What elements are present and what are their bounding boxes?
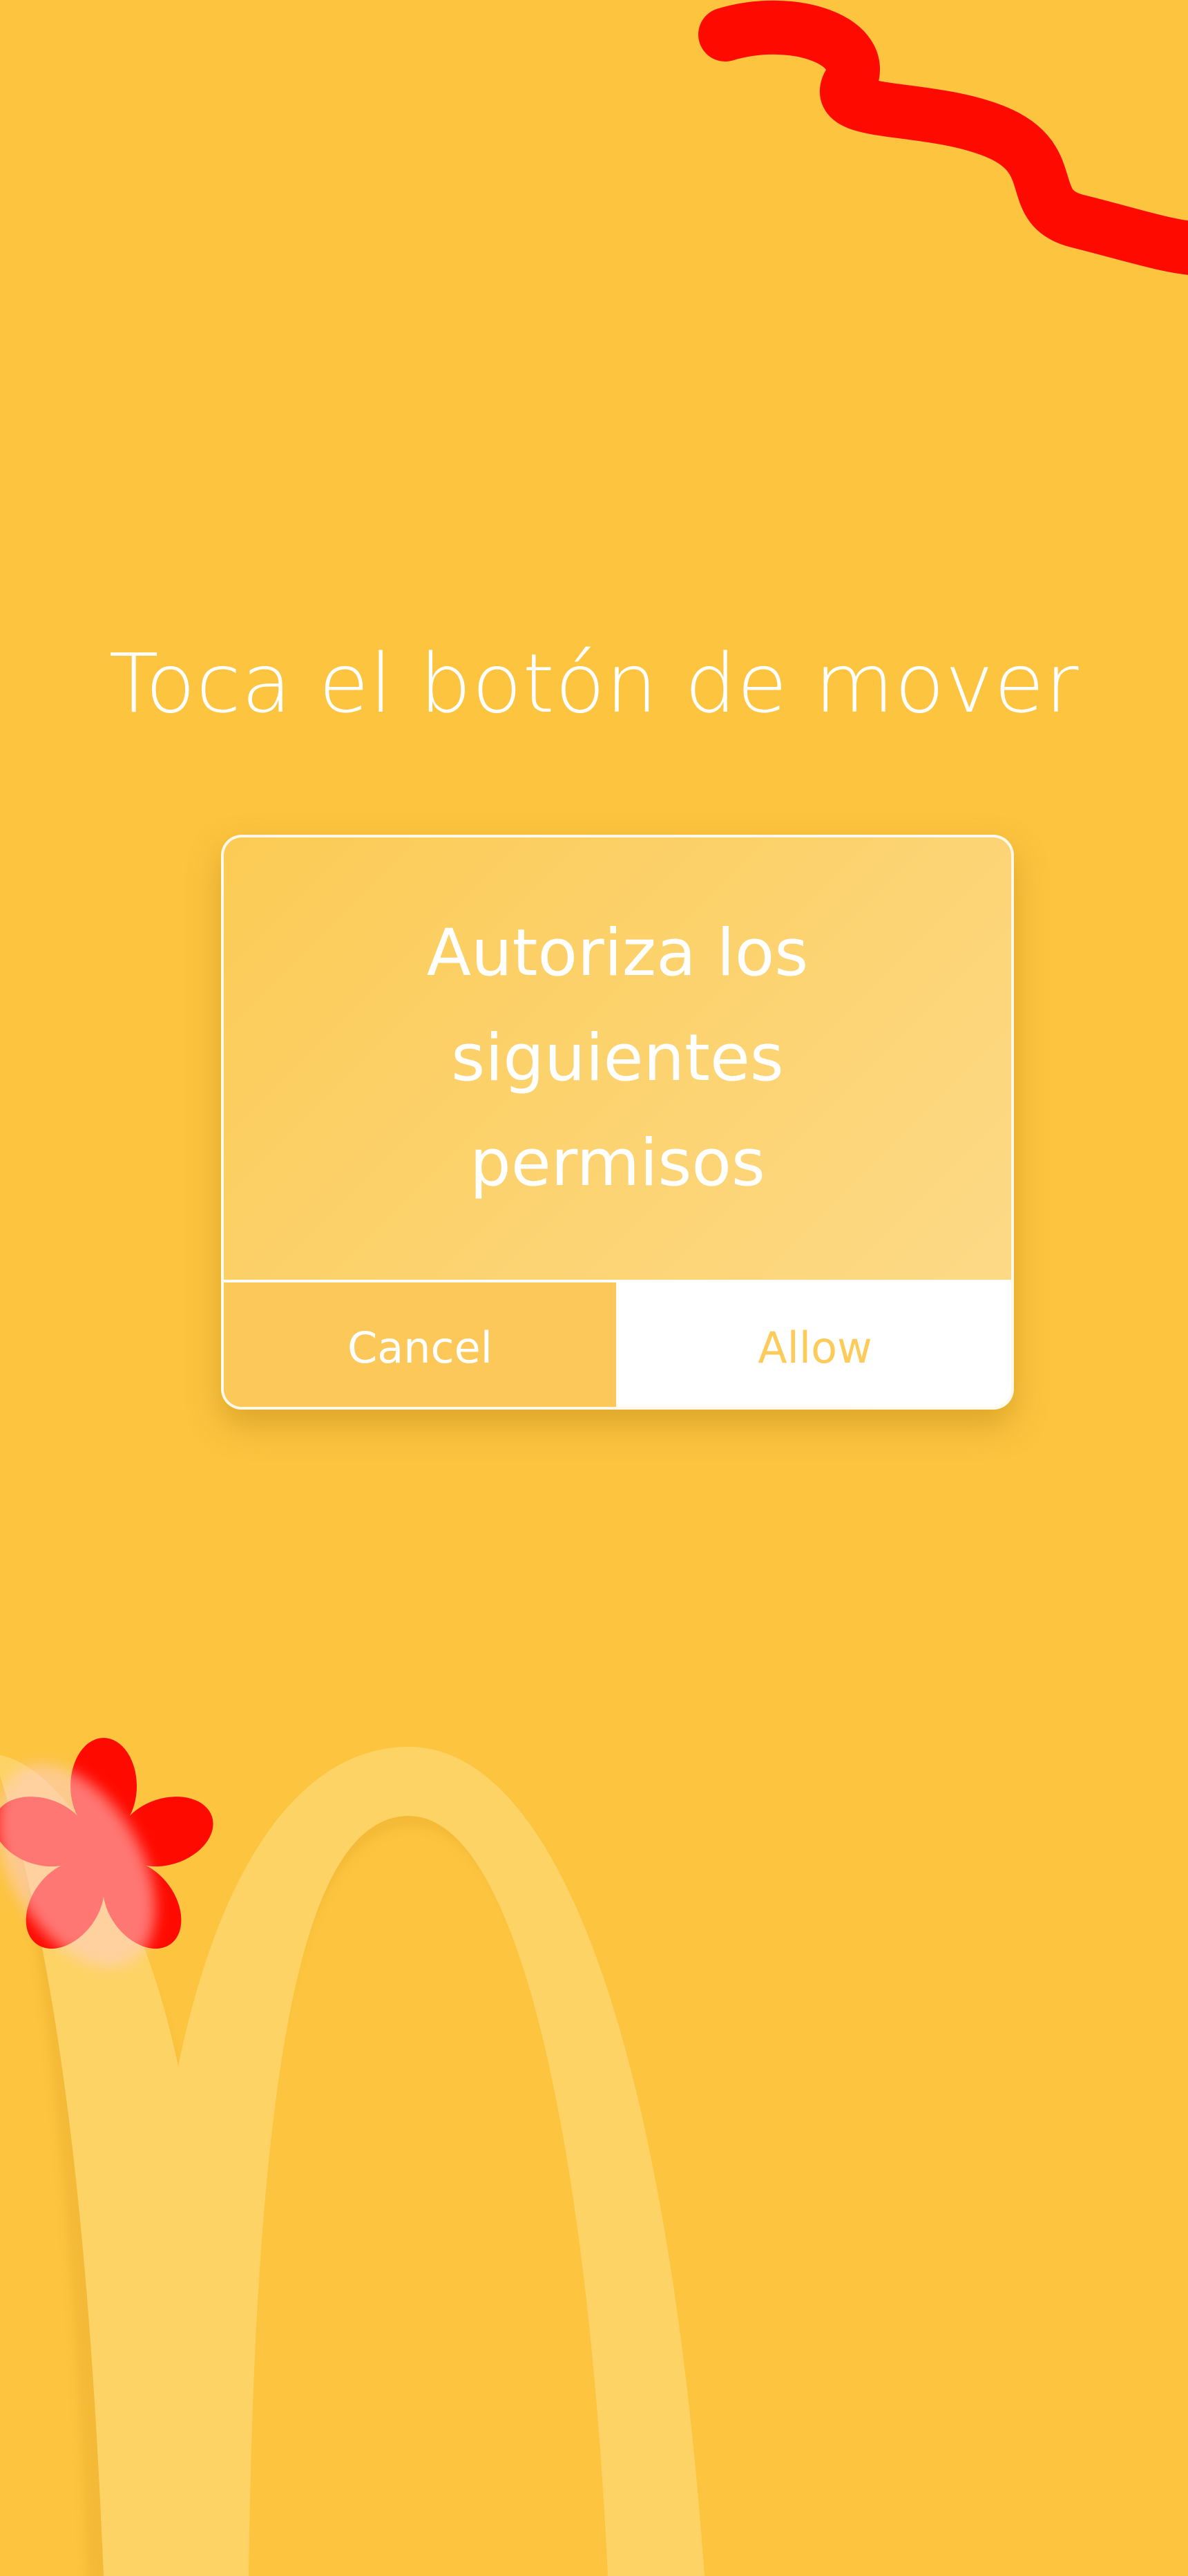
red-squiggle-icon — [698, 0, 1188, 275]
golden-arches-logo — [0, 1747, 705, 2576]
allow-button[interactable]: Allow — [619, 1282, 1011, 1407]
permission-dialog: Autoriza los siguientes permisos Cancel … — [221, 835, 1014, 1410]
cancel-button[interactable]: Cancel — [224, 1282, 619, 1407]
red-flower-icon — [0, 1738, 213, 1949]
dialog-title: Autoriza los siguientes permisos — [426, 916, 809, 1201]
dialog-actions: Cancel Allow — [224, 1280, 1011, 1407]
instruction-heading: Toca el botón de mover — [108, 636, 1080, 731]
